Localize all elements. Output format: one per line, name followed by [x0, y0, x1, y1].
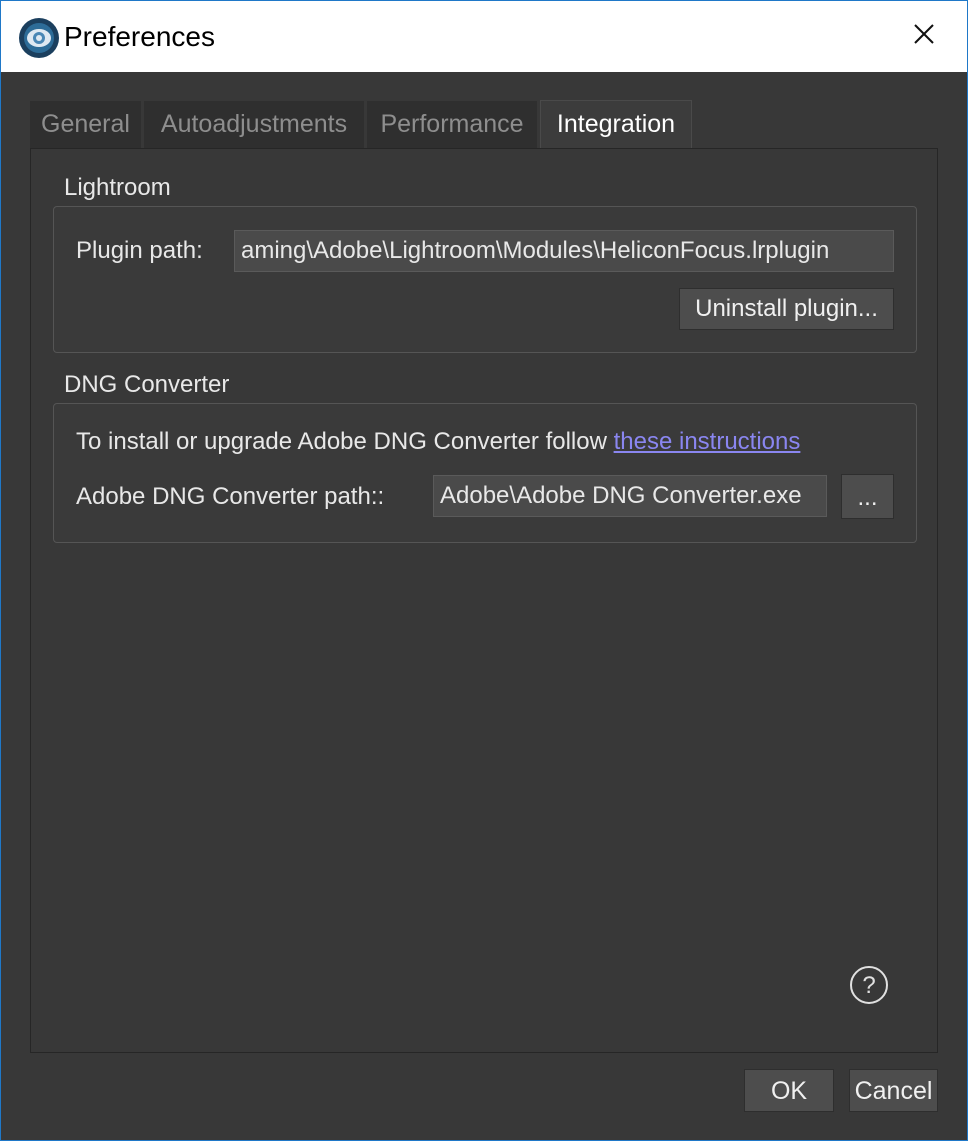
cancel-button[interactable]: Cancel [849, 1069, 938, 1112]
dng-path-label: Adobe DNG Converter path:: [76, 483, 385, 510]
close-button[interactable] [881, 1, 967, 72]
tab-autoadjustments[interactable]: Autoadjustments [144, 101, 364, 148]
dng-path-field[interactable]: Adobe\Adobe DNG Converter.exe [433, 475, 827, 517]
uninstall-plugin-button[interactable]: Uninstall plugin... [679, 288, 894, 330]
dng-instruction-prefix: To install or upgrade Adobe DNG Converte… [76, 428, 614, 455]
dng-path-value: Adobe\Adobe DNG Converter.exe [440, 482, 802, 509]
preferences-window: Preferences General Autoadjustments Perf… [0, 0, 968, 1141]
dng-section-title: DNG Converter [64, 371, 230, 398]
title-bar: Preferences [1, 1, 967, 72]
dng-group: To install or upgrade Adobe DNG Converte… [53, 403, 917, 543]
close-icon [913, 23, 935, 50]
plugin-path-label: Plugin path: [76, 237, 203, 264]
lightroom-section-title: Lightroom [64, 174, 171, 201]
these-instructions-link[interactable]: these instructions [614, 428, 801, 455]
tab-performance[interactable]: Performance [367, 101, 537, 148]
plugin-path-value: aming\Adobe\Lightroom\Modules\HeliconFoc… [241, 237, 830, 264]
dng-instruction-text: To install or upgrade Adobe DNG Converte… [76, 427, 800, 457]
tab-general[interactable]: General [30, 101, 141, 148]
plugin-path-field[interactable]: aming\Adobe\Lightroom\Modules\HeliconFoc… [234, 230, 894, 272]
lightroom-group: Plugin path: aming\Adobe\Lightroom\Modul… [53, 206, 917, 353]
ok-button[interactable]: OK [744, 1069, 834, 1112]
help-icon[interactable]: ? [849, 965, 889, 1005]
helicon-focus-icon [18, 17, 60, 59]
window-title: Preferences [64, 21, 215, 52]
svg-text:?: ? [862, 972, 875, 999]
integration-panel: Lightroom Plugin path: aming\Adobe\Light… [30, 148, 938, 1053]
browse-dng-button[interactable]: ... [841, 474, 894, 519]
tab-integration[interactable]: Integration [540, 100, 692, 149]
